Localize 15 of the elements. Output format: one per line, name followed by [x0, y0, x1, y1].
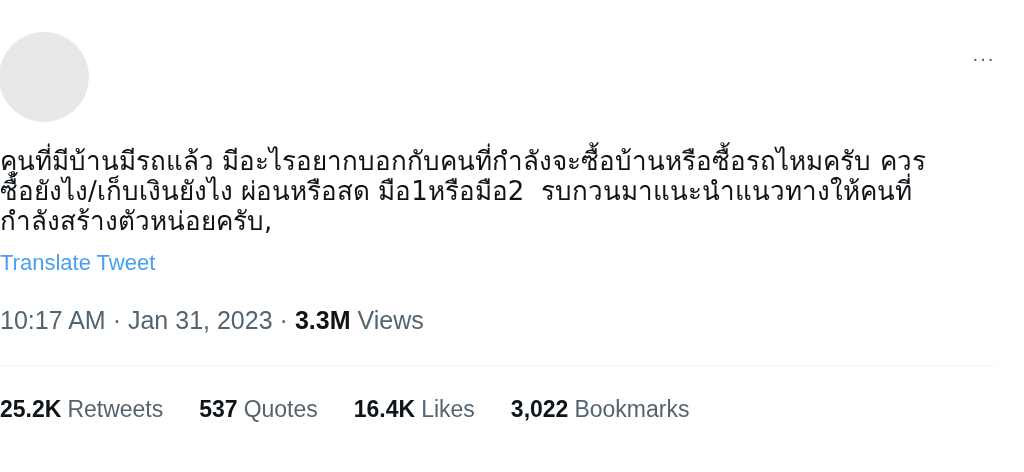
stat-count: 16.4K: [353, 396, 416, 423]
stat-label: Bookmarks: [574, 396, 690, 423]
tweet-date: Jan 31, 2023: [127, 306, 273, 335]
stat-label: Retweets: [67, 396, 164, 423]
views-count: 3.3M: [294, 306, 351, 335]
stat-label: Likes: [421, 396, 475, 423]
separator-dot: ·: [279, 306, 288, 335]
separator-dot: ·: [112, 306, 121, 335]
stat-label: Quotes: [243, 396, 318, 423]
views-label: Views: [357, 306, 424, 335]
stat-count: 537: [199, 396, 238, 423]
tweet-time: 10:17 AM: [0, 306, 106, 335]
stat-count: 3,022: [510, 396, 569, 423]
more-menu[interactable]: ···: [972, 48, 995, 68]
stat-count: 25.2K: [0, 396, 62, 423]
